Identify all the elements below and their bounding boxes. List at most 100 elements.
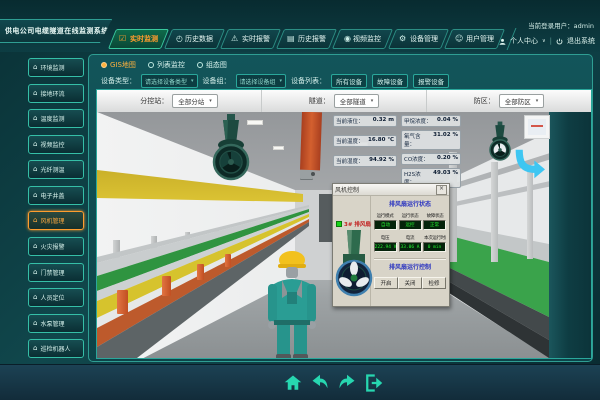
tunnel-3d-viewport[interactable]: 分控站： 全部分站▾ 隧道： 全部隧道▾ 防区： 全部防区▾ <box>96 89 592 359</box>
station-select[interactable]: 全部分站▾ <box>172 94 218 108</box>
ceiling-fan-icon <box>209 114 253 190</box>
chevron-down-icon: ▾ <box>280 78 283 84</box>
reading-temperature: 当前温度：16.80 ℃ <box>333 135 397 147</box>
fan-start-button[interactable]: 开启 <box>374 277 398 289</box>
device-type-label: 设备类型： <box>101 76 136 86</box>
power-icon <box>556 38 563 45</box>
current-user-label: 当前登录用户：admin <box>528 20 594 30</box>
radio-dot <box>101 62 107 68</box>
voltage-led: 222.94 V <box>374 242 397 252</box>
reading-co: CO浓度：0.20 % <box>401 153 461 165</box>
fan-stop-button[interactable]: 关闭 <box>398 277 422 289</box>
divider <box>374 258 446 260</box>
tab-label: 设备管理 <box>410 34 438 44</box>
tunnel-label: 隧道： <box>309 96 330 106</box>
sidebar-item-fire-alarm[interactable]: ⌂火灾报警 <box>28 237 84 256</box>
tunnel-scene[interactable]: 当前液位：0.32 m 当前温度：16.80 ℃ 当前湿度：94.92 % 甲烷… <box>97 112 591 358</box>
tab-user-management[interactable]: ☺ 用户管理 <box>444 29 505 49</box>
radio-scada-view[interactable]: 组态图 <box>197 60 227 70</box>
reading-methane: 甲烷浓度：0.04 % <box>401 115 461 127</box>
forward-button[interactable] <box>337 373 357 393</box>
sidebar-item-personnel-location[interactable]: ⌂人员定位 <box>28 288 84 307</box>
radio-list-monitor[interactable]: 列表监控 <box>148 60 185 70</box>
tab-realtime-monitor[interactable]: ☑ 实时监测 <box>108 29 169 49</box>
radio-gis-map[interactable]: GIS地图 <box>101 60 136 70</box>
reading-oxygen: 氧气含量：31.02 % <box>401 130 461 150</box>
fan-graphic-icon <box>335 230 373 302</box>
fan-control-dialog: 风机控制 × 3# 排风扇 <box>332 183 450 307</box>
tab-label: 历史数据 <box>185 34 213 44</box>
sidebar: ⌂环境监测 ⌂接地环流 ⌂温度监测 ⌂视频监控 ⌂光纤测温 ⌂电子井盖 ⌂风机管… <box>28 58 84 384</box>
wall-pillar <box>527 167 533 259</box>
back-arrow-icon <box>311 374 329 392</box>
wall-fan-icon <box>487 112 513 176</box>
tunnel-select[interactable]: 全部隧道▾ <box>334 94 380 108</box>
home-icon: ⌂ <box>33 269 37 276</box>
chevron-down-icon: ▾ <box>371 98 374 104</box>
view-mode-radios: GIS地图 列表监控 组态图 <box>101 60 227 70</box>
fire-extinguisher <box>162 276 171 296</box>
fault-state-led: 正常 <box>423 220 446 230</box>
home-icon: ⌂ <box>33 64 37 71</box>
nav-tabs: ☑ 实时监测 ◴ 历史数据 ⚠ 实时报警 ▤ 历史报警 ◉ 视频监控 ⚙ 设备管… <box>112 29 501 49</box>
sidebar-item-pump-management[interactable]: ⌂水泵管理 <box>28 314 84 333</box>
tab-history-data[interactable]: ◴ 历史数据 <box>164 29 225 49</box>
alarm-devices-button[interactable]: 报警设备 <box>413 74 449 88</box>
alarm-icon: ⚠ <box>231 35 238 43</box>
fan-maintain-button[interactable]: 检修 <box>422 277 446 289</box>
user-icon: ☺ <box>455 35 463 43</box>
sidebar-item-fan-management[interactable]: ⌂风机管理 <box>28 211 84 230</box>
zone-select[interactable]: 全部防区▾ <box>499 94 545 108</box>
dialog-titlebar: 风机控制 × <box>333 184 449 196</box>
sidebar-item-environment[interactable]: ⌂环境监测 <box>28 58 84 77</box>
app-title-badge: 供电公司电缆隧道在线监测系统 <box>0 19 112 43</box>
fault-devices-button[interactable]: 故障设备 <box>372 74 408 88</box>
home-icon: ⌂ <box>33 192 37 199</box>
logout-button[interactable]: 退出系统 <box>567 36 595 46</box>
profile-button[interactable]: 个人中心 <box>510 36 538 46</box>
divider: | <box>550 37 552 45</box>
sidebar-item-ground-current[interactable]: ⌂接地环流 <box>28 84 84 103</box>
sidebar-item-access-control[interactable]: ⌂门禁管理 <box>28 263 84 282</box>
sidebar-item-inspection-robot[interactable]: ⌂巡检机器人 <box>28 339 84 358</box>
bottom-toolbar <box>0 364 600 400</box>
reading-humidity: 当前湿度：94.92 % <box>333 155 397 167</box>
monitor-icon: ☑ <box>119 35 126 43</box>
back-button[interactable] <box>310 373 330 393</box>
home-icon: ⌂ <box>33 320 37 327</box>
sidebar-item-fiber-temp[interactable]: ⌂光纤测温 <box>28 160 84 179</box>
tab-realtime-alarm[interactable]: ⚠ 实时报警 <box>220 29 281 49</box>
tab-video-monitor[interactable]: ◉ 视频监控 <box>332 29 393 49</box>
wall-sign <box>524 115 550 139</box>
device-group-select[interactable]: 请选择设备组▾ <box>236 74 287 88</box>
chevron-down-icon: ∨ <box>542 38 546 44</box>
gear-icon: ⚙ <box>399 35 406 43</box>
exit-icon <box>365 374 383 392</box>
tab-device-management[interactable]: ⚙ 设备管理 <box>388 29 449 49</box>
chevron-down-icon: ▾ <box>191 78 194 84</box>
home-button[interactable] <box>283 373 303 393</box>
person-icon <box>499 38 506 45</box>
orange-duct <box>300 112 322 170</box>
home-icon <box>284 374 302 392</box>
close-icon[interactable]: × <box>436 185 447 195</box>
device-type-select[interactable]: 请选择设备类型▾ <box>141 74 198 88</box>
tab-history-alarm[interactable]: ▤ 历史报警 <box>276 29 337 49</box>
fire-extinguisher <box>197 264 204 280</box>
tab-label: 实时监测 <box>130 34 158 44</box>
clock-icon: ◴ <box>176 35 183 43</box>
tab-label: 视频监控 <box>353 34 381 44</box>
all-devices-button[interactable]: 所有设备 <box>331 74 367 88</box>
home-icon: ⌂ <box>33 166 37 173</box>
sidebar-item-video[interactable]: ⌂视频监控 <box>28 135 84 154</box>
radio-dot <box>197 62 203 68</box>
dialog-title: 风机控制 <box>335 185 359 194</box>
worker-figure <box>265 248 319 358</box>
sidebar-item-temperature[interactable]: ⌂温度监测 <box>28 109 84 128</box>
sidebar-item-manhole-cover[interactable]: ⌂电子井盖 <box>28 186 84 205</box>
home-icon: ⌂ <box>33 294 37 301</box>
airflow-arrow-icon <box>513 148 545 180</box>
exit-button[interactable] <box>364 373 384 393</box>
wall-pillar <box>491 162 498 262</box>
runtime-led: 0 min <box>423 242 446 252</box>
